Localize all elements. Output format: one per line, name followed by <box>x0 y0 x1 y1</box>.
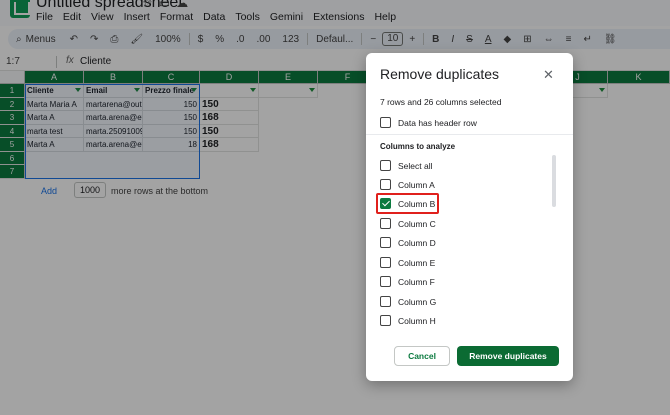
remove-duplicates-dialog: Remove duplicates ✕ 7 rows and 26 column… <box>366 53 573 381</box>
header-row-checkbox[interactable] <box>380 117 391 128</box>
remove-duplicates-button[interactable]: Remove duplicates <box>457 346 559 366</box>
column-f-checkbox[interactable] <box>380 276 391 287</box>
column-c-checkbox[interactable] <box>380 218 391 229</box>
dialog-divider <box>366 134 573 135</box>
select-all-checkbox[interactable] <box>380 160 391 171</box>
column-g-label[interactable]: Column G <box>398 297 436 307</box>
column-h-label[interactable]: Column H <box>398 316 436 326</box>
cancel-button[interactable]: Cancel <box>394 346 450 366</box>
column-d-checkbox[interactable] <box>380 237 391 248</box>
column-a-label[interactable]: Column A <box>398 180 435 190</box>
header-row-label[interactable]: Data has header row <box>398 118 477 128</box>
selection-info: 7 rows and 26 columns selected <box>380 97 502 107</box>
column-b-highlight-annotation <box>376 193 439 214</box>
column-e-checkbox[interactable] <box>380 257 391 268</box>
close-icon[interactable]: ✕ <box>543 67 554 83</box>
column-d-label[interactable]: Column D <box>398 238 436 248</box>
select-all-label[interactable]: Select all <box>398 161 433 171</box>
column-a-checkbox[interactable] <box>380 179 391 190</box>
dialog-title: Remove duplicates <box>380 66 500 82</box>
column-c-label[interactable]: Column C <box>398 219 436 229</box>
column-h-checkbox[interactable] <box>380 315 391 326</box>
options-scrollbar[interactable] <box>552 155 556 207</box>
column-g-checkbox[interactable] <box>380 296 391 307</box>
column-f-label[interactable]: Column F <box>398 277 435 287</box>
column-e-label[interactable]: Column E <box>398 258 435 268</box>
columns-section-label: Columns to analyze <box>380 142 456 151</box>
